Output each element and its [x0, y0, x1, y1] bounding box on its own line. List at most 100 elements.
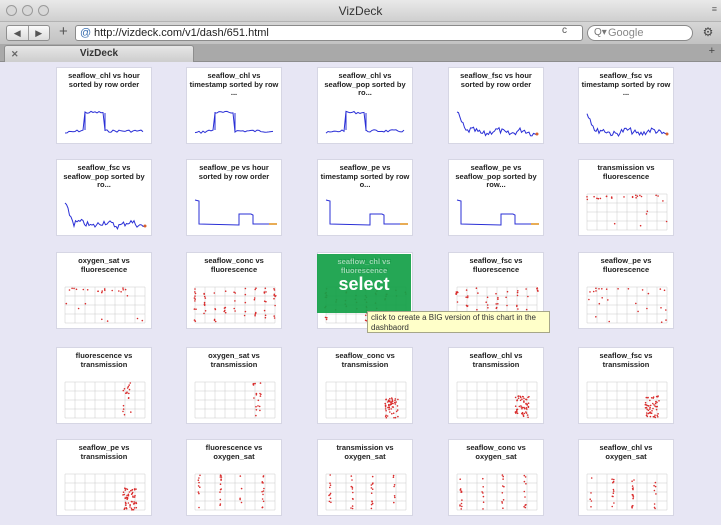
search-field[interactable]: Q▾ Google: [587, 25, 693, 41]
chart-card[interactable]: seaflow_pe vs seaflow_pop sorted by row.…: [448, 159, 544, 236]
chart-card[interactable]: seaflow_pe vs fluorescence: [578, 252, 674, 329]
chart-point: [351, 488, 354, 490]
reload-icon[interactable]: c: [562, 25, 567, 36]
chart-card[interactable]: seaflow_fsc vs seaflow_pop sorted by ro.…: [56, 159, 152, 236]
chart-point: [389, 411, 391, 413]
chart-point: [527, 295, 529, 298]
chart-point: [329, 493, 331, 496]
address-bar[interactable]: @ http://vizdeck.com/v1/dash/651.html: [75, 25, 583, 41]
chart-card[interactable]: seaflow_conc vs transmission: [317, 347, 413, 424]
chart-point: [273, 297, 275, 300]
chart-point: [520, 406, 523, 408]
chart-thumbnail: [193, 286, 277, 324]
chart-point: [524, 504, 526, 506]
url-text[interactable]: http://vizdeck.com/v1/dash/651.html: [94, 27, 269, 39]
chart-line: [456, 111, 537, 137]
chart-point: [495, 292, 497, 295]
chart-card[interactable]: seaflow_conc vs fluorescence: [186, 252, 282, 329]
chart-point: [259, 392, 261, 395]
chart-thumbnail: [194, 110, 274, 134]
chart-point: [590, 492, 592, 494]
toolbar-toggle-icon[interactable]: ≡: [712, 4, 717, 14]
chart-card[interactable]: seaflow_chl vs transmission: [448, 347, 544, 424]
chart-point: [130, 411, 132, 413]
chart-thumbnail: [586, 473, 668, 511]
close-tab-icon[interactable]: ✕: [11, 46, 19, 62]
tab-bar: ✕ VizDeck +: [0, 44, 721, 62]
chart-thumbnail: [64, 286, 146, 324]
chart-point: [263, 309, 266, 312]
window-title: VizDeck: [338, 4, 383, 18]
chart-point: [77, 307, 80, 310]
chart-card-title: seaflow_conc vs oxygen_sat: [466, 443, 526, 461]
chart-point: [637, 310, 639, 313]
chart-point: [598, 288, 600, 290]
chart-card[interactable]: seaflow_conc vs oxygen_sat: [448, 439, 544, 516]
chart-card[interactable]: fluorescence vs oxygen_sat: [186, 439, 282, 516]
chart-point: [650, 412, 652, 414]
chart-point: [387, 406, 389, 409]
chart-card[interactable]: oxygen_sat vs fluorescence: [56, 252, 152, 329]
chart-point: [392, 412, 395, 414]
chart-point: [352, 491, 354, 494]
back-arrow-icon[interactable]: ◀: [7, 26, 29, 40]
chart-point: [660, 321, 663, 323]
chart-card[interactable]: seaflow_pe vs transmission: [56, 439, 152, 516]
chart-point: [522, 396, 524, 398]
chart-point: [654, 414, 656, 416]
select-button-label[interactable]: select: [317, 274, 411, 295]
chart-point: [522, 414, 525, 416]
chart-card[interactable]: transmission vs oxygen_sat: [317, 439, 413, 516]
tab-vizdeck[interactable]: ✕ VizDeck: [4, 45, 194, 62]
chart-point: [523, 474, 526, 477]
chart-thumbnail: [194, 381, 276, 419]
chart-card[interactable]: fluorescence vs transmission: [56, 347, 152, 424]
chart-card[interactable]: seaflow_pe vs hour sorted by row order: [186, 159, 282, 236]
chart-card[interactable]: seaflow_pe vs timestamp sorted by row o.…: [317, 159, 413, 236]
chart-card[interactable]: seaflow_chl vs seaflow_pop sorted by ro.…: [317, 67, 413, 144]
chart-point: [465, 289, 468, 291]
chart-card[interactable]: seaflow_chl vs oxygen_sat: [578, 439, 674, 516]
chart-point: [68, 289, 71, 291]
chart-card[interactable]: oxygen_sat vs transmission: [186, 347, 282, 424]
chart-point: [461, 505, 463, 508]
chart-point: [461, 499, 463, 501]
chart-card[interactable]: transmission vs fluorescence: [578, 159, 674, 236]
forward-arrow-icon[interactable]: ▶: [29, 26, 50, 40]
chart-point: [598, 302, 601, 305]
new-tab-icon[interactable]: +: [709, 45, 715, 57]
chart-point: [143, 224, 147, 228]
settings-icon[interactable]: ⚙: [700, 25, 716, 41]
chart-card[interactable]: seaflow_fsc vs timestamp sorted by row .…: [578, 67, 674, 144]
chart-point: [391, 399, 394, 401]
overlay-card-title: seaflow_chl vs fluorescence: [337, 257, 391, 275]
chart-point: [130, 500, 133, 503]
chart-point: [370, 487, 373, 489]
chart-point: [351, 507, 354, 510]
chart-card[interactable]: seaflow_chl vs hour sorted by row order: [56, 67, 152, 144]
chart-point: [329, 482, 331, 484]
chart-point: [123, 413, 126, 416]
chart-point: [350, 485, 353, 488]
chart-card[interactable]: seaflow_fsc vs hour sorted by row order: [448, 67, 544, 144]
chart-point: [127, 502, 130, 504]
chart-point: [240, 501, 243, 504]
add-bookmark-icon[interactable]: +: [59, 23, 68, 40]
chart-point: [487, 307, 489, 309]
select-overlay[interactable]: seaflow_chl vs fluorescence select: [317, 254, 411, 313]
chart-point: [127, 397, 130, 399]
chart-card[interactable]: seaflow_fsc vs transmission: [578, 347, 674, 424]
chart-point: [252, 384, 255, 386]
chart-point: [646, 210, 649, 213]
chart-card[interactable]: seaflow_chl vs timestamp sorted by row .…: [186, 67, 282, 144]
chart-point: [329, 474, 331, 476]
chart-point: [390, 403, 393, 405]
chart-point: [516, 408, 519, 411]
chart-thumbnail: [194, 473, 276, 511]
chart-point: [612, 495, 614, 498]
chart-point: [653, 503, 656, 505]
chart-point: [122, 408, 125, 410]
chart-point: [536, 289, 539, 292]
chart-line: [456, 199, 535, 226]
chart-point: [264, 316, 267, 319]
